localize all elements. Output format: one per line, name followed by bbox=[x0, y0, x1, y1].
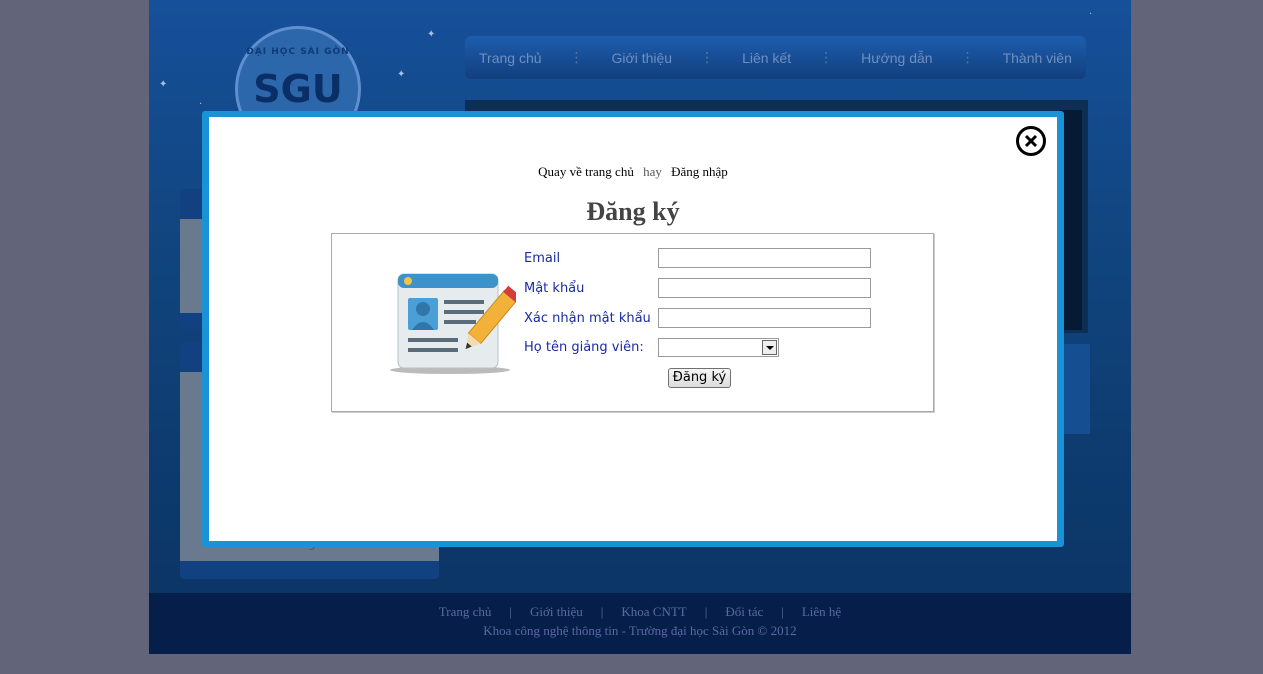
dropdown-arrow-icon[interactable] bbox=[762, 340, 777, 355]
star-decoration: ✦ bbox=[427, 29, 436, 40]
login-link[interactable]: Đăng nhập bbox=[671, 164, 728, 179]
email-field[interactable] bbox=[658, 248, 871, 268]
page-footer: Trang chủ | Giới thiệu | Khoa CNTT | Đối… bbox=[149, 593, 1131, 654]
nav-members[interactable]: Thành viên bbox=[1003, 50, 1072, 66]
modal-top-links: Quay về trang chủ hay Đăng nhập bbox=[209, 164, 1057, 180]
confirm-password-field[interactable] bbox=[658, 308, 871, 328]
logo-ring-text: ĐẠI HỌC SÀI GÒN bbox=[246, 47, 350, 57]
email-label: Email bbox=[524, 251, 561, 266]
nav-separator: ⋮ bbox=[700, 49, 715, 66]
back-home-link[interactable]: Quay về trang chủ bbox=[538, 164, 634, 179]
close-button[interactable] bbox=[1016, 126, 1046, 156]
close-icon bbox=[1024, 134, 1038, 148]
star-decoration: · bbox=[199, 99, 203, 110]
footer-links: Trang chủ | Giới thiệu | Khoa CNTT | Đối… bbox=[149, 604, 1131, 620]
nav-guide[interactable]: Hướng dẫn bbox=[861, 50, 932, 66]
lecturer-label: Họ tên giảng viên: bbox=[524, 340, 644, 355]
logo-text: SGU bbox=[253, 67, 343, 111]
footer-link-about[interactable]: Giới thiệu bbox=[530, 604, 583, 620]
nav-separator: ⋮ bbox=[960, 49, 975, 66]
confirm-password-label: Xác nhận mật khẩu bbox=[524, 311, 651, 326]
star-decoration: · bbox=[1089, 9, 1093, 20]
register-form: Email Mật khẩu Xác nhận mật khẩu Họ tên … bbox=[331, 233, 934, 412]
footer-link-home[interactable]: Trang chủ bbox=[439, 604, 492, 620]
nav-separator: ⋮ bbox=[819, 49, 834, 66]
nav-home[interactable]: Trang chủ bbox=[479, 50, 542, 66]
modal-content: Quay về trang chủ hay Đăng nhập Đăng ký bbox=[209, 117, 1057, 541]
page-title: Đăng ký bbox=[586, 197, 680, 226]
footer-separator: | bbox=[704, 604, 708, 619]
or-text: hay bbox=[643, 164, 662, 179]
register-button[interactable]: Đăng ký bbox=[668, 368, 731, 388]
password-label: Mật khẩu bbox=[524, 281, 585, 296]
star-decoration: ✦ bbox=[397, 69, 406, 80]
registration-card-icon bbox=[390, 273, 516, 374]
top-navigation: Trang chủ ⋮ Giới thiệu ⋮ Liên kết ⋮ Hướn… bbox=[465, 36, 1086, 79]
footer-copyright: Khoa công nghệ thông tin - Trường đại họ… bbox=[483, 623, 797, 638]
register-modal: Quay về trang chủ hay Đăng nhập Đăng ký bbox=[202, 111, 1064, 547]
nav-about[interactable]: Giới thiệu bbox=[612, 50, 673, 66]
nav-separator: ⋮ bbox=[569, 49, 584, 66]
footer-separator: | bbox=[781, 604, 784, 619]
password-field[interactable] bbox=[658, 278, 871, 298]
footer-link-partners[interactable]: Đối tác bbox=[725, 604, 763, 620]
star-decoration: ✦ bbox=[159, 79, 168, 90]
footer-separator: | bbox=[509, 604, 513, 619]
nav-links[interactable]: Liên kết bbox=[742, 50, 791, 66]
lecturer-select[interactable] bbox=[658, 338, 779, 357]
footer-link-contact[interactable]: Liên hệ bbox=[802, 604, 841, 620]
footer-separator: | bbox=[600, 604, 604, 619]
footer-link-faculty[interactable]: Khoa CNTT bbox=[621, 604, 686, 620]
